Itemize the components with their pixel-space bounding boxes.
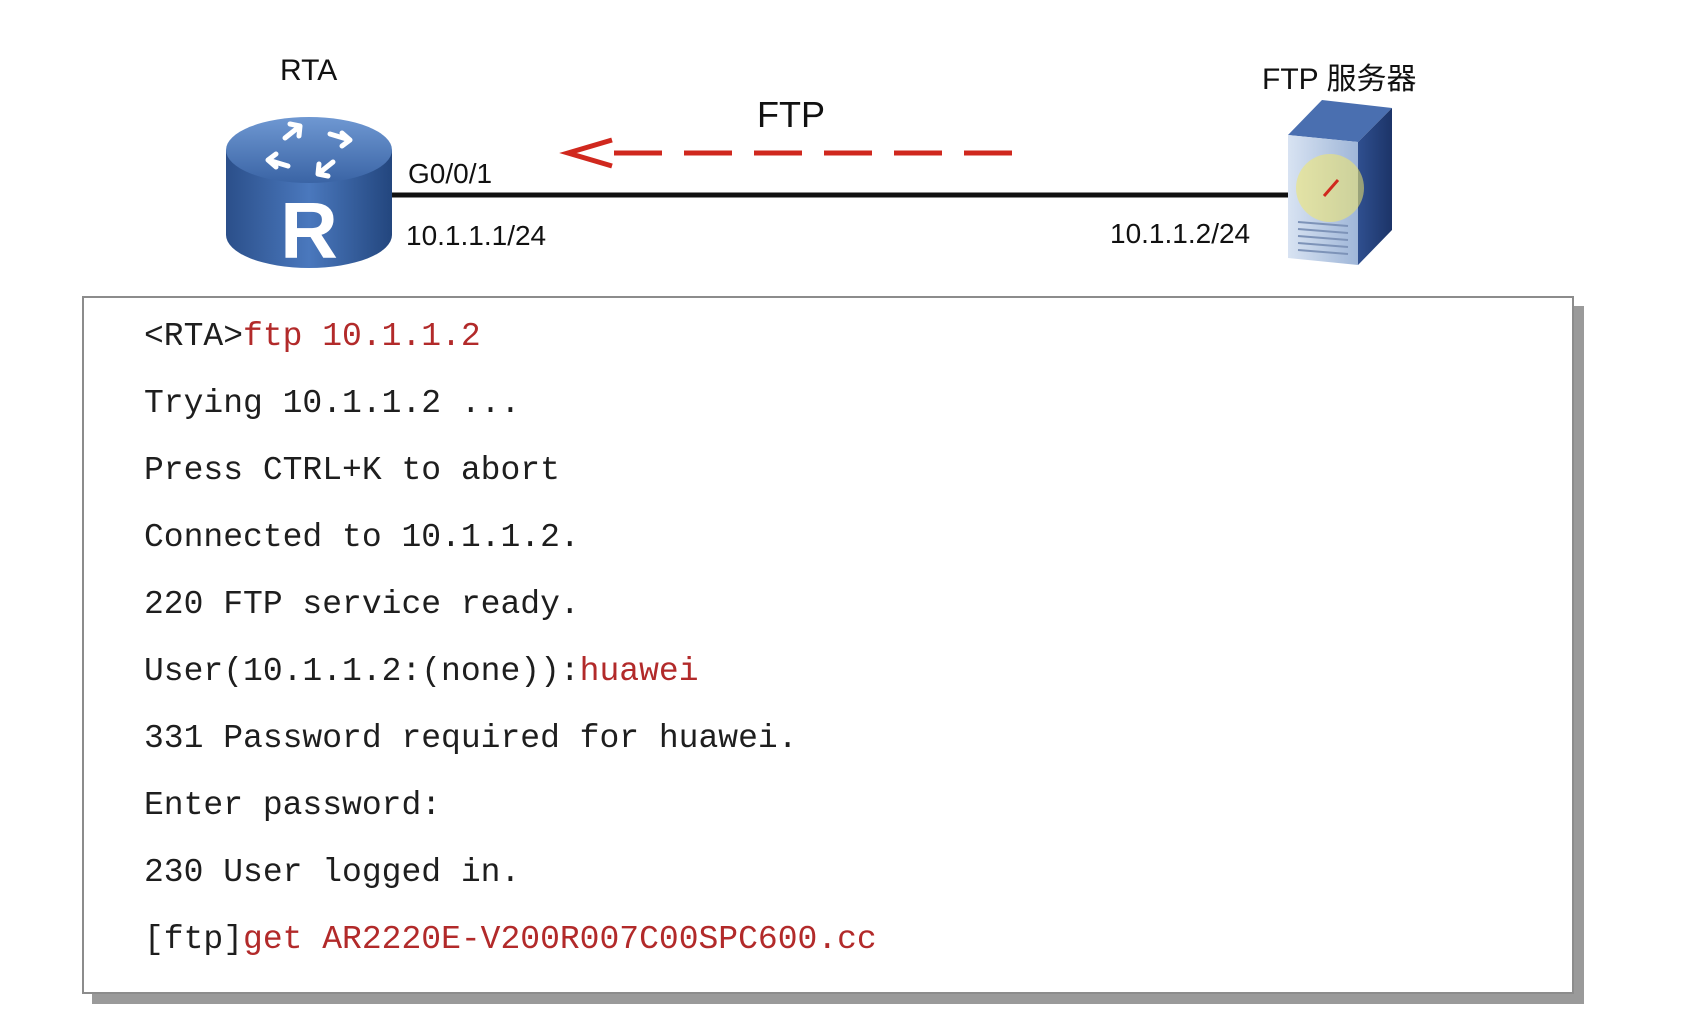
console-prefix: Press CTRL+K to abort (144, 452, 560, 489)
console-line: Enter password: (144, 787, 441, 824)
console-line: Trying 10.1.1.2 ... (144, 385, 520, 422)
router-icon: R (226, 117, 392, 275)
ftp-direction-arrow (559, 137, 1012, 169)
router-interface-label: G0/0/1 (408, 158, 493, 189)
console-prefix: Trying 10.1.1.2 ... (144, 385, 521, 422)
topology-drawing: R (226, 100, 1392, 275)
console-command: huawei (579, 653, 699, 690)
console-prefix: 230 User logged in. (144, 854, 521, 891)
protocol-label: FTP (757, 94, 825, 135)
server-ip-label: 10.1.1.2/24 (1110, 218, 1251, 249)
console-prefix: <RTA> (144, 318, 244, 355)
console-command: ftp 10.1.1.2 (243, 318, 481, 355)
router-glyph: R (280, 186, 338, 275)
console-line: 220 FTP service ready. (144, 586, 580, 623)
console-line: <RTA>ftp 10.1.1.2 (144, 318, 481, 355)
console-line: User(10.1.1.2:(none)):huawei (144, 653, 699, 690)
console-prefix: [ftp] (144, 921, 244, 958)
server-icon (1288, 100, 1392, 265)
console-line: Press CTRL+K to abort (144, 452, 560, 489)
console-prefix: User(10.1.1.2:(none)): (144, 653, 580, 690)
console-prefix: Connected to 10.1.1.2. (144, 519, 580, 556)
router-label: RTA (280, 54, 338, 87)
console-line: [ftp]get AR2220E-V200R007C00SPC600.cc (144, 921, 877, 958)
server-label: FTP 服务器 (1262, 63, 1417, 96)
console-prefix: Enter password: (144, 787, 442, 824)
console-prefix: 220 FTP service ready. (144, 586, 580, 623)
console-line: 331 Password required for huawei. (144, 720, 798, 757)
console-prefix: 331 Password required for huawei. (144, 720, 798, 757)
console-line: Connected to 10.1.1.2. (144, 519, 580, 556)
console-command: get AR2220E-V200R007C00SPC600.cc (243, 921, 877, 958)
console-output: <RTA>ftp 10.1.1.2 Trying 10.1.1.2 ... Pr… (82, 296, 1574, 994)
diagram-stage: R RTA FTP 服务器 FTP G0/0/1 10.1.1.1/24 10.… (0, 0, 1698, 1023)
router-ip-label: 10.1.1.1/24 (406, 220, 547, 251)
console-line: 230 User logged in. (144, 854, 520, 891)
